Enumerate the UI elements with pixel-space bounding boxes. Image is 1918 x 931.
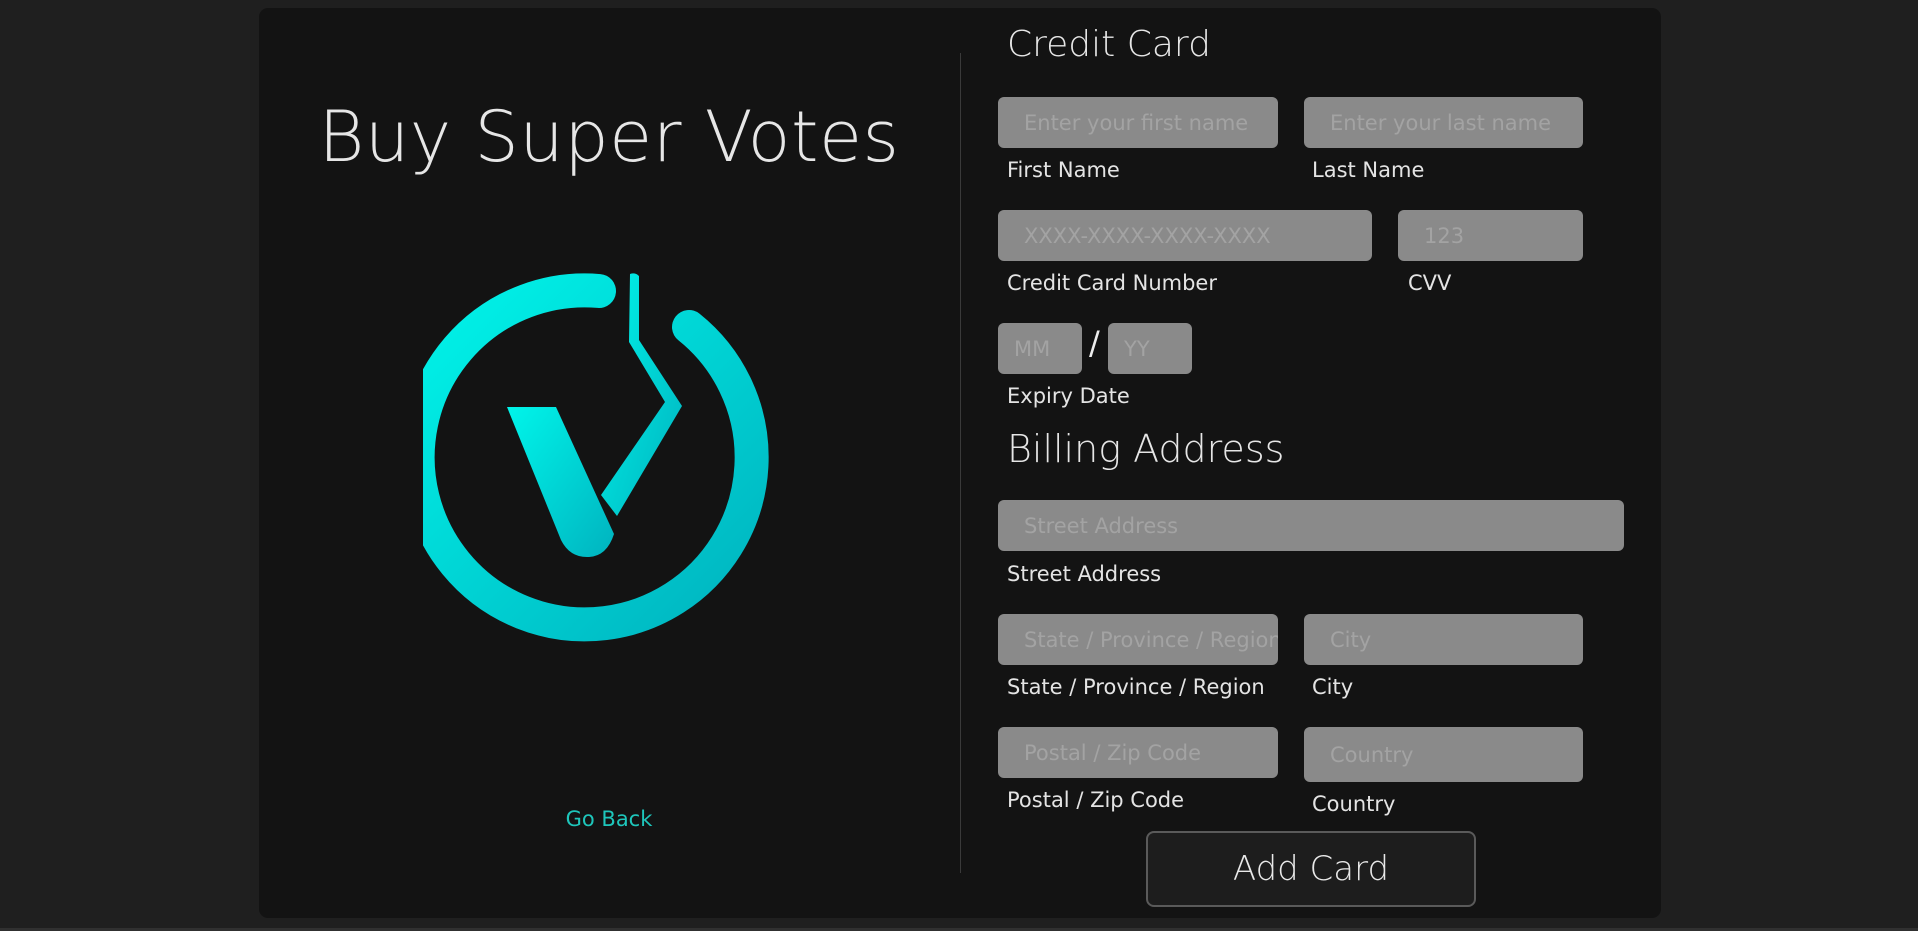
city-label: City (1312, 675, 1354, 699)
first-name-label: First Name (1007, 158, 1120, 182)
state-label: State / Province / Region (1007, 675, 1265, 699)
expiry-date-label: Expiry Date (1007, 384, 1130, 408)
first-name-input[interactable] (998, 97, 1278, 148)
country-label: Country (1312, 792, 1396, 816)
card-number-label: Credit Card Number (1007, 271, 1217, 295)
last-name-input[interactable] (1304, 97, 1583, 148)
page-title: Buy Super Votes (318, 96, 900, 178)
credit-card-heading: Credit Card (1007, 24, 1211, 65)
go-back-link[interactable]: Go Back (259, 807, 959, 831)
cvv-label: CVV (1408, 271, 1452, 295)
country-input[interactable] (1304, 727, 1583, 782)
billing-address-heading: Billing Address (1007, 427, 1285, 471)
cvv-input[interactable] (1398, 210, 1583, 261)
postal-code-input[interactable] (998, 727, 1278, 778)
add-card-button[interactable]: Add Card (1146, 831, 1476, 907)
panel-divider (960, 53, 961, 873)
super-votes-logo-icon (423, 273, 769, 642)
street-address-label: Street Address (1007, 562, 1162, 586)
last-name-label: Last Name (1312, 158, 1425, 182)
card-number-input[interactable] (998, 210, 1372, 261)
expiry-month-input[interactable] (998, 323, 1082, 374)
expiry-separator: / (1089, 324, 1100, 362)
state-input[interactable] (998, 614, 1278, 665)
postal-code-label: Postal / Zip Code (1007, 788, 1185, 812)
city-input[interactable] (1304, 614, 1583, 665)
street-address-input[interactable] (998, 500, 1624, 551)
expiry-year-input[interactable] (1108, 323, 1192, 374)
